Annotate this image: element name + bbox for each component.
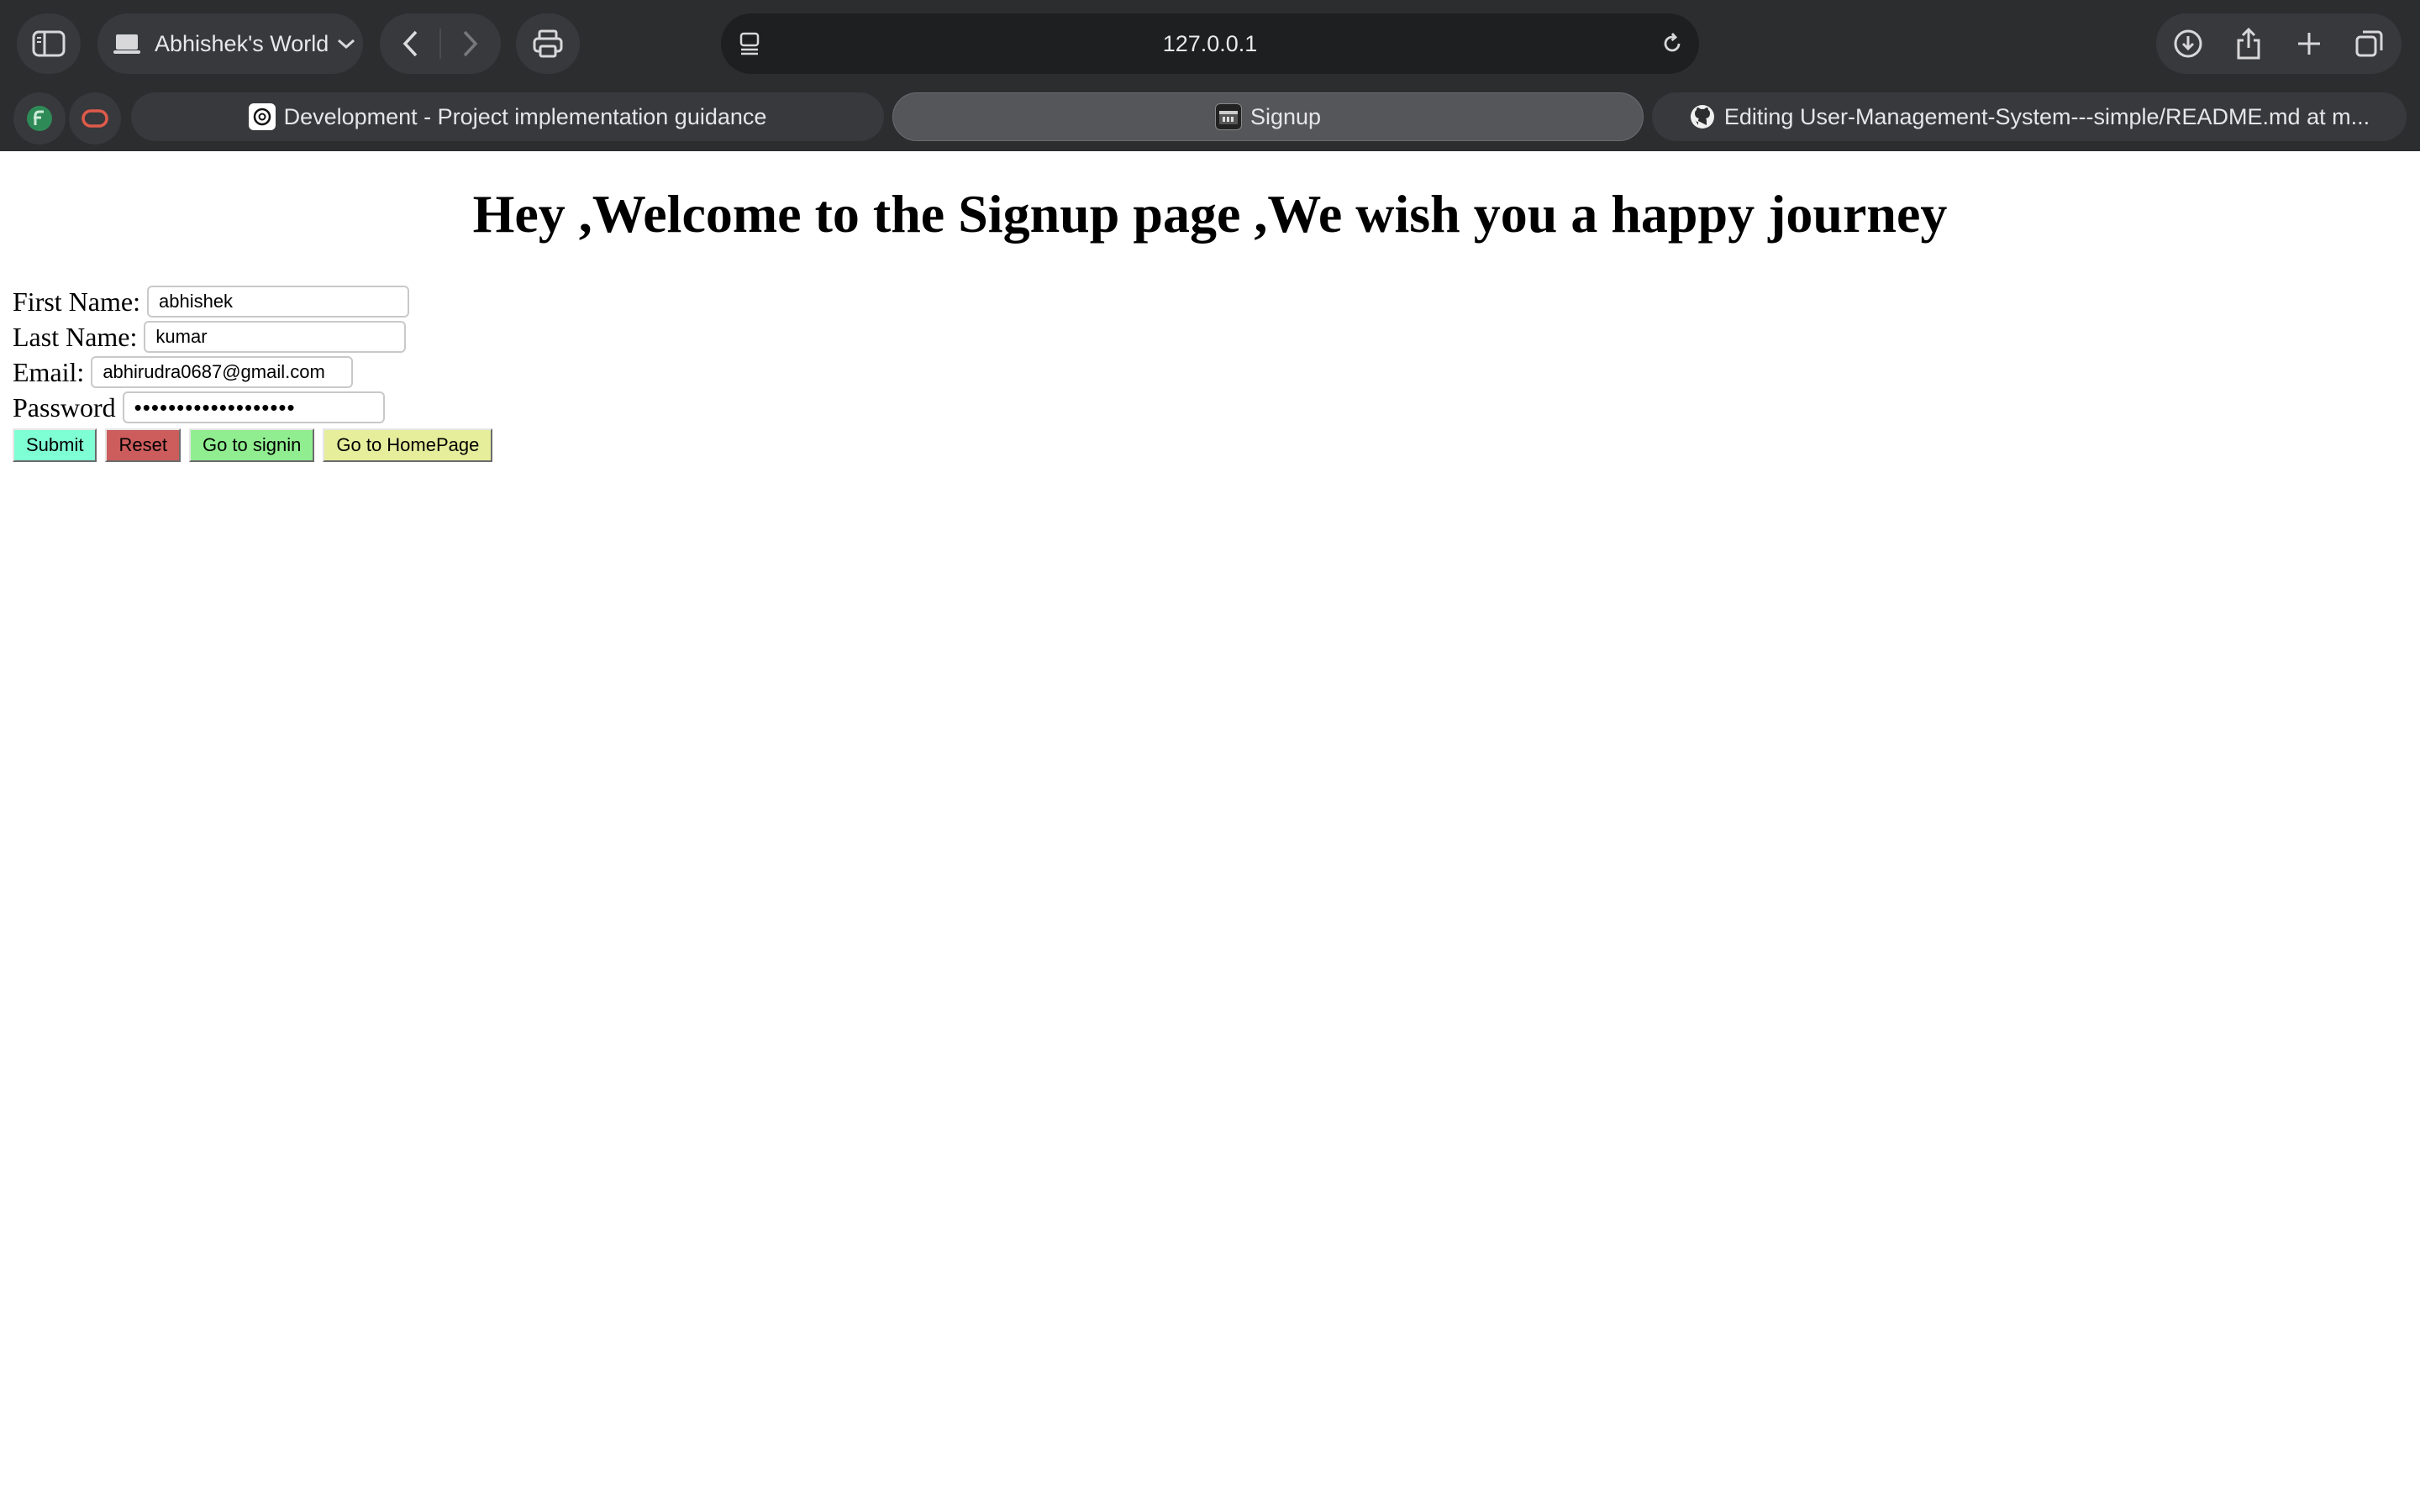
first-name-label: First Name: <box>13 286 140 317</box>
github-icon <box>1689 103 1716 130</box>
page-content: Hey ,Welcome to the Signup page ,We wish… <box>0 151 2420 1512</box>
download-icon[interactable] <box>2171 27 2205 60</box>
signup-form: First Name: Last Name: Email: Password S… <box>13 284 501 462</box>
tab-github-readme[interactable]: Editing User-Management-System---simple/… <box>1652 92 2407 141</box>
green-app-icon <box>26 105 53 132</box>
browser-toolbar: Abhishek's World 127.0.0.1 <box>0 0 2420 87</box>
tab-bar: Development - Project implementation gui… <box>0 87 2420 151</box>
email-row: Email: <box>13 354 501 390</box>
email-field[interactable] <box>91 356 354 388</box>
chatgpt-icon <box>248 103 276 130</box>
last-name-label: Last Name: <box>13 321 138 352</box>
address-bar[interactable]: 127.0.0.1 <box>721 13 1699 74</box>
first-name-field[interactable] <box>146 286 409 318</box>
profile-name: Abhishek's World <box>155 30 329 56</box>
page-heading: Hey ,Welcome to the Signup page ,We wish… <box>472 184 1948 244</box>
go-to-signin-button[interactable]: Go to signin <box>188 428 315 462</box>
tab-title: Signup <box>1249 103 1322 129</box>
password-field[interactable] <box>122 391 385 423</box>
chevron-down-icon <box>337 38 355 50</box>
sidebar-icon <box>32 30 66 57</box>
reload-icon[interactable] <box>1657 29 1687 59</box>
laptop-icon <box>113 32 141 55</box>
tab-signup[interactable]: Signup <box>892 92 1644 141</box>
opera-icon <box>81 108 109 129</box>
password-row: Password <box>13 390 501 425</box>
browser-chrome: Abhishek's World 127.0.0.1 Development -… <box>0 0 2420 151</box>
tab-overview-icon[interactable] <box>2353 27 2386 60</box>
form-buttons: Submit Reset Go to signin Go to HomePage <box>13 428 501 462</box>
profile-switcher[interactable]: Abhishek's World <box>97 13 363 74</box>
url-text: 127.0.0.1 <box>1162 31 1258 56</box>
back-icon[interactable] <box>393 27 427 60</box>
email-label: Email: <box>13 356 85 387</box>
last-name-field[interactable] <box>144 321 407 353</box>
nav-divider <box>439 29 441 59</box>
pinned-tab-green[interactable] <box>13 92 66 144</box>
tab-title: Editing User-Management-System---simple/… <box>1723 103 2370 129</box>
submit-button[interactable]: Submit <box>13 428 97 462</box>
share-icon[interactable] <box>2232 25 2265 62</box>
first-name-row: First Name: <box>13 284 501 319</box>
new-tab-icon[interactable] <box>2292 27 2326 60</box>
last-name-row: Last Name: <box>13 319 501 354</box>
forward-icon[interactable] <box>454 27 487 60</box>
print-button[interactable] <box>516 13 580 74</box>
tab-title: Development - Project implementation gui… <box>283 103 767 129</box>
signup-favicon <box>1214 103 1242 130</box>
go-to-homepage-button[interactable]: Go to HomePage <box>323 428 493 462</box>
reset-button[interactable]: Reset <box>105 428 181 462</box>
printer-icon <box>532 29 564 59</box>
navigation-buttons <box>380 13 501 74</box>
tab-development[interactable]: Development - Project implementation gui… <box>131 92 884 141</box>
pinned-tab-red[interactable] <box>69 92 121 144</box>
sidebar-toggle-button[interactable] <box>17 13 81 74</box>
toolbar-actions <box>2156 13 2402 74</box>
password-label: Password <box>13 391 116 423</box>
